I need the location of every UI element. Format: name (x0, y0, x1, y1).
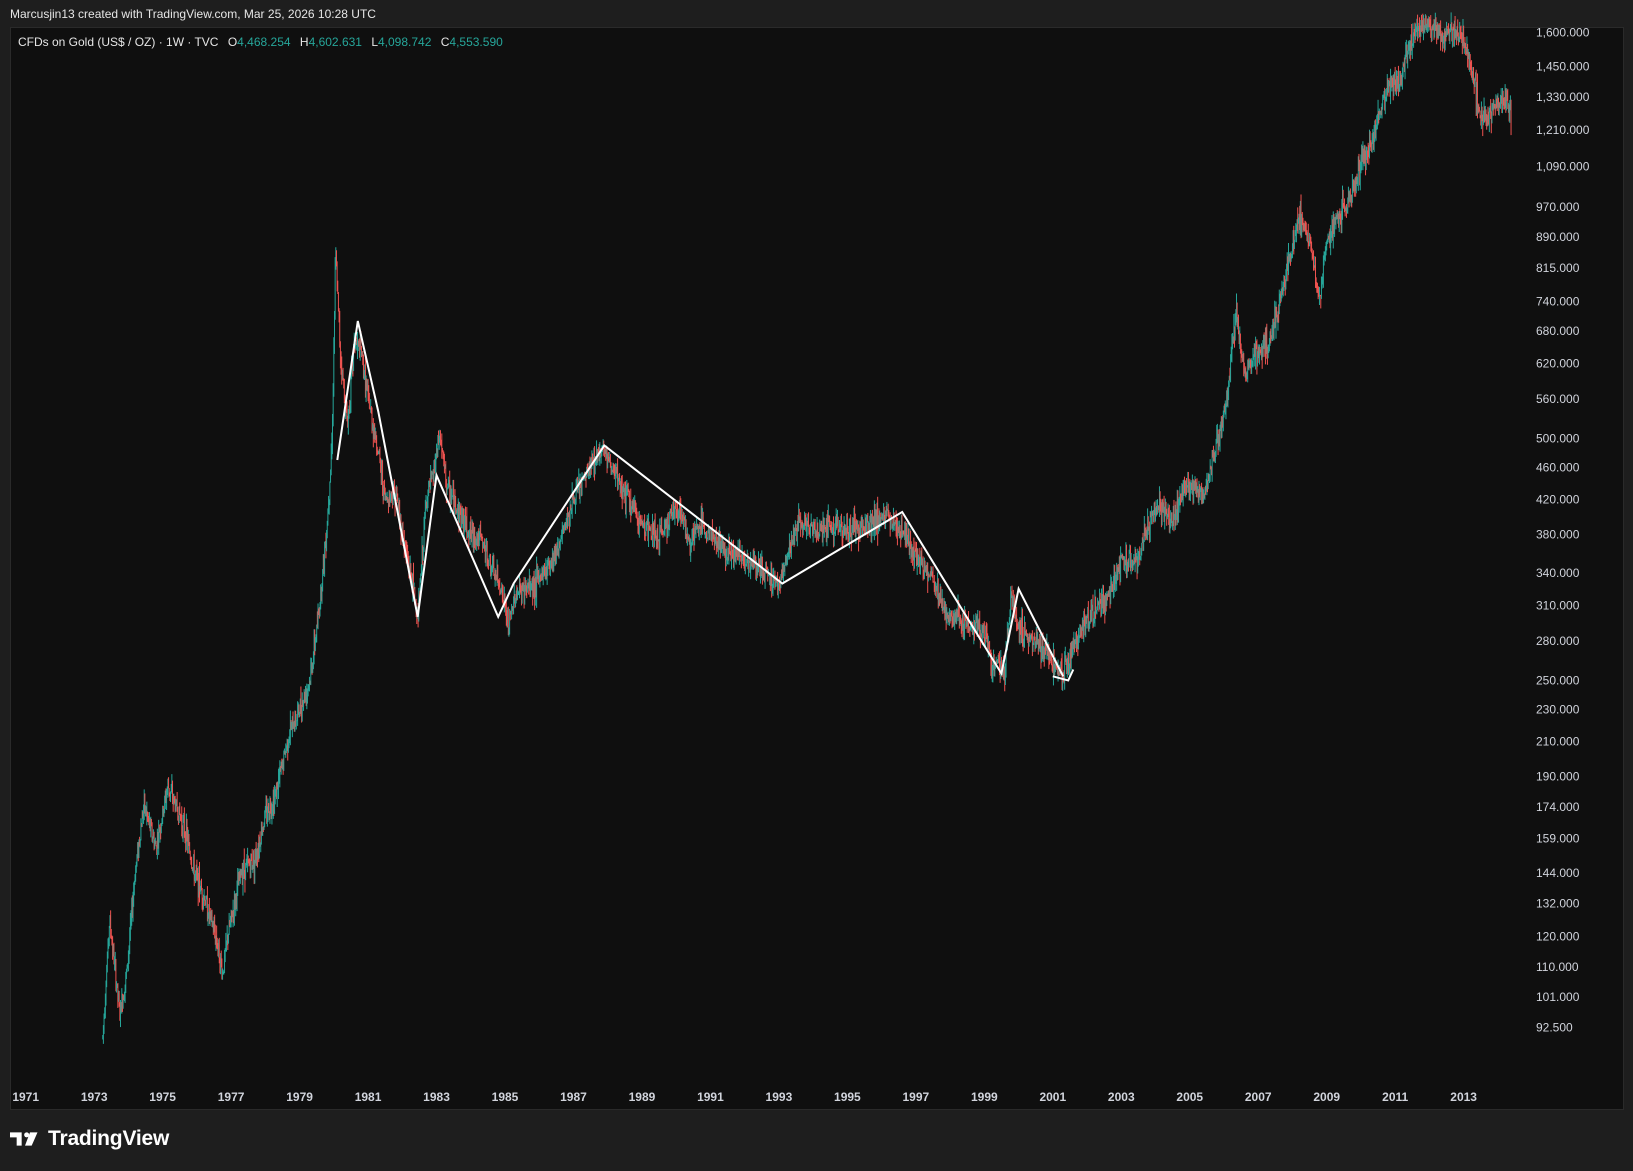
legend-close-value: 4,553.590 (449, 35, 503, 49)
price-chart[interactable]: 1,600.000 1,450.000 1,330.000 1,210.000 1,09… (0, 0, 1633, 1171)
price-tick-label: 1,090.000 (1536, 159, 1590, 173)
price-tick-label: 815.000 (1536, 261, 1580, 275)
price-tick-label: 159.000 (1536, 831, 1580, 845)
price-tick-label: 890.000 (1536, 230, 1580, 244)
legend-low-value: 4,098.742 (378, 35, 432, 49)
time-tick-label: 1987 (560, 1090, 587, 1104)
symbol-legend[interactable]: CFDs on Gold (US$ / OZ) · 1W · TVC O4,46… (18, 35, 503, 49)
price-tick-label: 132.000 (1536, 896, 1580, 910)
price-tick-label: 210.000 (1536, 734, 1580, 748)
time-tick-label: 1975 (149, 1090, 176, 1104)
time-tick-label: 2001 (1039, 1090, 1066, 1104)
legend-high-label: H (299, 35, 309, 49)
price-tick-label: 101.000 (1536, 990, 1580, 1004)
tradingview-wordmark: TradingView (48, 1127, 170, 1150)
price-tick-label: 560.000 (1536, 392, 1580, 406)
time-axis: 1971 1973 1975 1977 1979 1981 1983 1985 1987 1989… (12, 1090, 1477, 1104)
price-tick-label: 460.000 (1536, 461, 1580, 475)
candle-series (102, 12, 1512, 1044)
price-axis: 1,600.000 1,450.000 1,330.000 1,210.000 1,09… (1536, 25, 1590, 1034)
price-tick-label: 420.000 (1536, 492, 1580, 506)
legend-open-label: O (227, 35, 238, 49)
time-tick-label: 2003 (1108, 1090, 1135, 1104)
time-tick-label: 1977 (218, 1090, 245, 1104)
time-tick-label: 1997 (903, 1090, 930, 1104)
time-tick-label: 1985 (492, 1090, 519, 1104)
price-tick-label: 740.000 (1536, 295, 1580, 309)
tradingview-logo-icon (10, 1132, 38, 1146)
time-tick-label: 2009 (1313, 1090, 1340, 1104)
legend-symbol: CFDs on Gold (US$ / OZ) · 1W · TVC (18, 35, 219, 49)
price-tick-label: 380.000 (1536, 527, 1580, 541)
time-tick-label: 1995 (834, 1090, 861, 1104)
time-tick-label: 1973 (81, 1090, 108, 1104)
price-tick-label: 1,210.000 (1536, 123, 1590, 137)
price-tick-label: 680.000 (1536, 324, 1580, 338)
price-tick-label: 970.000 (1536, 200, 1580, 214)
price-tick-label: 280.000 (1536, 634, 1580, 648)
legend-open-value: 4,468.254 (237, 35, 291, 49)
price-tick-label: 620.000 (1536, 356, 1580, 370)
price-tick-label: 310.000 (1536, 598, 1580, 612)
price-tick-label: 190.000 (1536, 769, 1580, 783)
legend-low-label: L (371, 35, 378, 49)
price-tick-label: 1,330.000 (1536, 90, 1590, 104)
price-tick-label: 340.000 (1536, 566, 1580, 580)
tradingview-logo[interactable]: TradingView (10, 1127, 169, 1151)
price-tick-label: 174.000 (1536, 800, 1580, 814)
time-tick-label: 2007 (1245, 1090, 1272, 1104)
time-tick-label: 1971 (12, 1090, 39, 1104)
time-tick-label: 1979 (286, 1090, 313, 1104)
time-tick-label: 2011 (1382, 1090, 1408, 1104)
time-tick-label: 1989 (629, 1090, 656, 1104)
price-tick-label: 92.500 (1536, 1021, 1573, 1035)
price-tick-label: 250.000 (1536, 673, 1580, 687)
legend-high-value: 4,602.631 (308, 35, 362, 49)
time-tick-label: 1991 (697, 1090, 724, 1104)
price-tick-label: 144.000 (1536, 866, 1580, 880)
price-tick-label: 230.000 (1536, 703, 1580, 717)
price-tick-label: 500.000 (1536, 431, 1580, 445)
time-tick-label: 1983 (423, 1090, 450, 1104)
price-tick-label: 120.000 (1536, 930, 1580, 944)
time-tick-label: 1999 (971, 1090, 998, 1104)
price-tick-label: 1,600.000 (1536, 25, 1590, 39)
time-tick-label: 2013 (1450, 1090, 1477, 1104)
time-tick-label: 2005 (1176, 1090, 1203, 1104)
price-tick-label: 1,450.000 (1536, 60, 1590, 74)
price-tick-label: 110.000 (1536, 960, 1579, 974)
time-tick-label: 1981 (355, 1090, 382, 1104)
time-tick-label: 1993 (766, 1090, 793, 1104)
